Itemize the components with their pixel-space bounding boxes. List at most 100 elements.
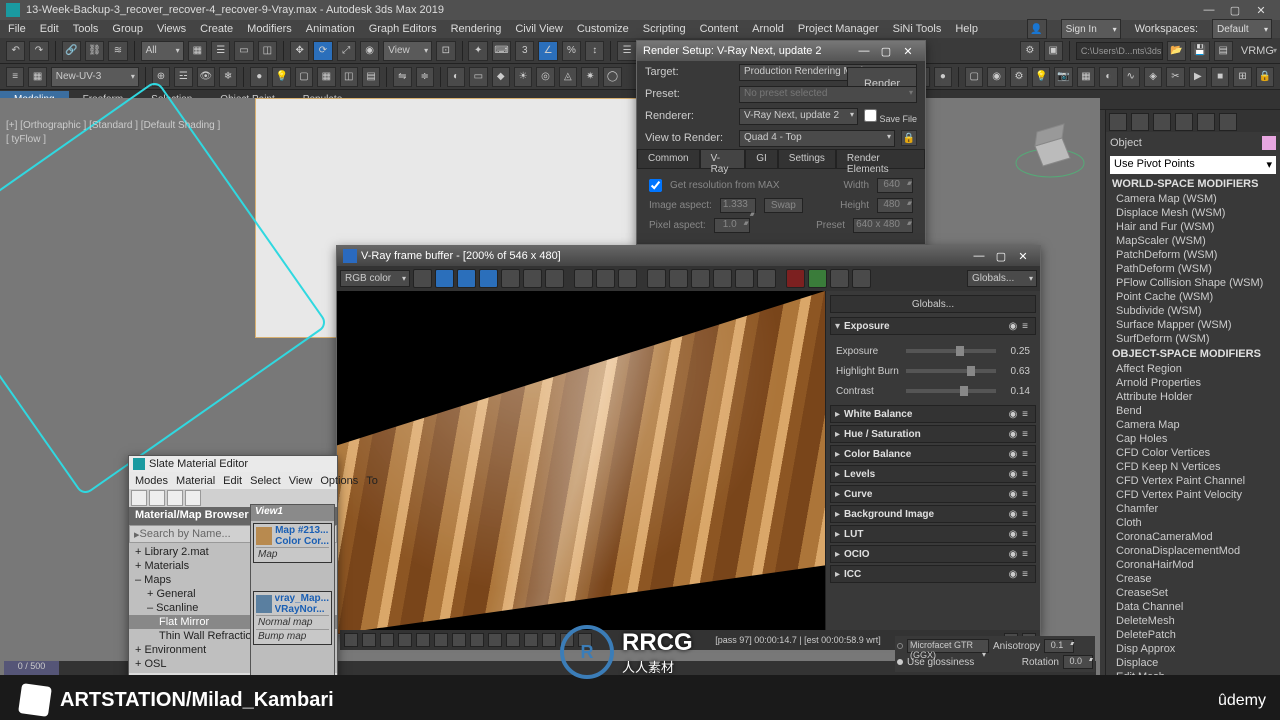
vr-lock-icon[interactable]: 🔒 xyxy=(1256,67,1274,87)
vfb-zoom-icon[interactable] xyxy=(713,269,732,288)
motion-tab-icon[interactable] xyxy=(1175,113,1193,131)
vr-light-icon[interactable]: 💡 xyxy=(1032,67,1050,87)
grid-icon[interactable]: ▦ xyxy=(317,67,335,87)
vfb2-icon[interactable]: ◉ xyxy=(987,67,1005,87)
schematic-icon[interactable]: ◫ xyxy=(340,67,358,87)
vfb-globals-btn[interactable]: Globals... xyxy=(830,295,1036,313)
bg-header[interactable]: ▸Background Image◉≡ xyxy=(830,505,1036,523)
mod-item[interactable]: CFD Keep N Vertices xyxy=(1106,460,1280,474)
slate-view1[interactable]: View1 Map #213...Color Cor... Map vray_M… xyxy=(250,504,335,679)
align-icon[interactable]: ≑ xyxy=(416,67,434,87)
vr-ipr-icon[interactable]: ▶ xyxy=(1189,67,1207,87)
menu-modifiers[interactable]: Modifiers xyxy=(247,23,292,35)
layer-freeze-icon[interactable]: ❄ xyxy=(219,67,237,87)
menu-views[interactable]: Views xyxy=(157,23,186,35)
mod-item[interactable]: Attribute Holder xyxy=(1106,390,1280,404)
time-slider[interactable]: 0 / 500 xyxy=(4,661,59,675)
rs-swap-button[interactable]: Swap xyxy=(764,198,803,213)
snaps-3d-icon[interactable]: 3 xyxy=(515,41,534,61)
menu-projectmgr[interactable]: Project Manager xyxy=(798,23,879,35)
menu-group[interactable]: Group xyxy=(112,23,143,35)
slate-menu-options[interactable]: Options xyxy=(320,475,358,487)
mod-item[interactable]: CoronaHairMod xyxy=(1106,558,1280,572)
sun2-icon[interactable]: ✷ xyxy=(581,67,599,87)
move-icon[interactable]: ✥ xyxy=(290,41,309,61)
vfb-g-icon[interactable] xyxy=(523,269,542,288)
exposure-reset[interactable]: ≡ xyxy=(1019,321,1031,332)
slate-menu-tools[interactable]: To xyxy=(366,475,378,487)
rs-tab-common[interactable]: Common xyxy=(637,149,700,168)
status-btn[interactable] xyxy=(344,633,358,647)
rotation-field[interactable]: 0.0 xyxy=(1063,655,1093,669)
vr-region-icon[interactable]: ⊞ xyxy=(1233,67,1251,87)
mod-item[interactable]: CFD Vertex Paint Velocity xyxy=(1106,488,1280,502)
brdf-radio[interactable] xyxy=(897,643,903,649)
vr-stop-icon[interactable]: ■ xyxy=(1211,67,1229,87)
node-port[interactable]: Map xyxy=(256,547,329,561)
mirror-icon[interactable]: ⇋ xyxy=(393,67,411,87)
aniso-field[interactable]: 0.1 xyxy=(1044,639,1074,653)
exposure-toggle[interactable]: ◉ xyxy=(1007,321,1019,332)
placement-icon[interactable]: ◉ xyxy=(360,41,379,61)
status-btn[interactable] xyxy=(416,633,430,647)
scale-icon[interactable]: ⤢ xyxy=(337,41,356,61)
cv-header[interactable]: ▸Curve◉≡ xyxy=(830,485,1036,503)
mod-item[interactable]: SurfDeform (WSM) xyxy=(1106,332,1280,346)
rotate-icon[interactable]: ⟳ xyxy=(313,41,332,61)
rs-close-button[interactable]: ✕ xyxy=(897,45,919,58)
mod-item[interactable]: MapScaler (WSM) xyxy=(1106,234,1280,248)
material-node[interactable]: Map #213...Color Cor... Map xyxy=(253,523,332,563)
mod-item[interactable]: Arnold Properties xyxy=(1106,376,1280,390)
vr-mat-icon[interactable]: ▦ xyxy=(1077,67,1095,87)
slate-assign-icon[interactable] xyxy=(149,490,165,506)
slate-move-icon[interactable] xyxy=(185,490,201,506)
status-btn[interactable] xyxy=(452,633,466,647)
viewport-label[interactable]: [+] [Orthographic ] [Standard ] [Default… xyxy=(6,120,220,131)
render-setup-icon[interactable]: ⚙ xyxy=(1020,41,1039,61)
menu-customize[interactable]: Customize xyxy=(577,23,629,35)
object-color-swatch[interactable] xyxy=(1262,136,1276,150)
wb-header[interactable]: ▸White Balance◉≡ xyxy=(830,405,1036,423)
menu-file[interactable]: File xyxy=(8,23,26,35)
hs-header[interactable]: ▸Hue / Saturation◉≡ xyxy=(830,425,1036,443)
vfb-info-icon[interactable] xyxy=(757,269,776,288)
status-btn[interactable] xyxy=(362,633,376,647)
project-path[interactable]: C:\Users\D...nts\3dsMax xyxy=(1076,42,1163,60)
vfb-lock-icon[interactable] xyxy=(852,269,871,288)
hb-value[interactable]: 0.63 xyxy=(996,366,1030,377)
spinner-snap-icon[interactable]: ↕ xyxy=(585,41,604,61)
rs-preset-dropdown[interactable]: No preset selected xyxy=(739,86,917,103)
slate-menu-edit[interactable]: Edit xyxy=(223,475,242,487)
vfb-pan-icon[interactable] xyxy=(735,269,754,288)
vfb-save-icon[interactable] xyxy=(413,269,432,288)
mod-item[interactable]: PFlow Collision Shape (WSM) xyxy=(1106,276,1280,290)
dome-icon[interactable]: ◐ xyxy=(447,67,465,87)
slate-menu-select[interactable]: Select xyxy=(250,475,281,487)
menu-scripting[interactable]: Scripting xyxy=(643,23,686,35)
lv-header[interactable]: ▸Levels◉≡ xyxy=(830,465,1036,483)
close-button[interactable]: ✕ xyxy=(1248,0,1274,20)
exposure-header[interactable]: ▾Exposure◉≡ xyxy=(830,317,1036,335)
create-tab-icon[interactable] xyxy=(1109,113,1127,131)
menu-edit[interactable]: Edit xyxy=(40,23,59,35)
status-btn[interactable] xyxy=(380,633,394,647)
render-region-icon[interactable]: ▢ xyxy=(295,67,313,87)
mod-item[interactable]: Camera Map (WSM) xyxy=(1106,192,1280,206)
ies-icon[interactable]: ◎ xyxy=(536,67,554,87)
filter-all-dropdown[interactable]: All xyxy=(141,41,184,61)
mod-item[interactable]: Crease xyxy=(1106,572,1280,586)
mod-item[interactable]: Data Channel xyxy=(1106,600,1280,614)
workspaces-dropdown[interactable]: Default xyxy=(1212,19,1272,39)
vfb-icon[interactable]: ▢ xyxy=(965,67,983,87)
save-project-icon[interactable]: 💾 xyxy=(1190,41,1209,61)
rendered-frame-icon[interactable]: ▣ xyxy=(1044,41,1063,61)
link-icon[interactable]: 🔗 xyxy=(62,41,81,61)
signin-icon[interactable]: 👤 xyxy=(1027,19,1047,39)
bind-icon[interactable]: ≋ xyxy=(108,41,127,61)
display-tab-icon[interactable] xyxy=(1197,113,1215,131)
mod-item[interactable]: CoronaCameraMod xyxy=(1106,530,1280,544)
rs-preset2-field[interactable]: 640 x 480 xyxy=(853,218,913,233)
vr-fur-icon[interactable]: ∿ xyxy=(1122,67,1140,87)
mod-item[interactable]: PathDeform (WSM) xyxy=(1106,262,1280,276)
menu-content[interactable]: Content xyxy=(700,23,739,35)
